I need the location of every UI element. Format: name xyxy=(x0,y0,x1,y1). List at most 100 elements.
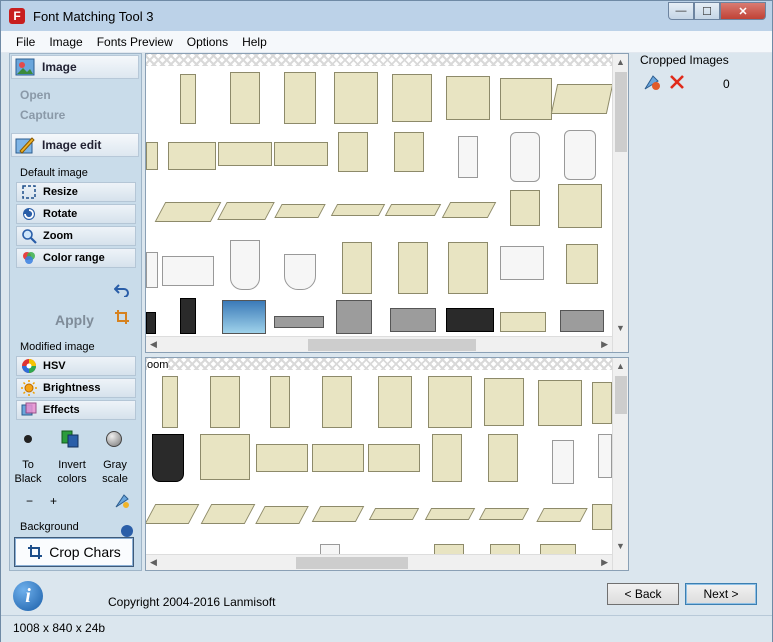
top-pane-horizontal-scrollbar[interactable]: ◀ ▶ xyxy=(146,336,612,352)
cropped-images-panel: Cropped Images 0 xyxy=(633,53,772,571)
brightness-button[interactable]: Brightness xyxy=(16,378,136,398)
open-link[interactable]: Open xyxy=(20,88,51,102)
window-controls: — ☐ ✕ xyxy=(668,2,766,20)
effects-button[interactable]: Effects xyxy=(16,400,136,420)
dark-object xyxy=(146,312,156,334)
invert-colors-icon[interactable] xyxy=(61,430,79,448)
menu-image[interactable]: Image xyxy=(42,35,89,49)
grayscale-line2: scale xyxy=(102,473,128,485)
modified-image-pane[interactable]: oom ▲ ▼ ◀ ▶ xyxy=(145,357,629,571)
color-range-icon xyxy=(23,252,35,264)
resize-button[interactable]: Resize xyxy=(16,182,136,202)
minimize-button[interactable]: — xyxy=(668,2,694,20)
furniture-table-top xyxy=(200,504,256,524)
title-bar[interactable]: F Font Matching Tool 3 — ☐ ✕ xyxy=(1,1,772,31)
furniture-desk xyxy=(558,184,602,228)
furniture-office-chair xyxy=(510,132,540,182)
zoom-button[interactable]: Zoom xyxy=(16,226,136,246)
grayscale-label: Gray scale xyxy=(100,458,130,486)
picture-frame xyxy=(222,300,266,334)
furniture-wardrobe xyxy=(428,376,472,428)
magnifier-icon xyxy=(22,229,37,244)
maximize-button[interactable]: ☐ xyxy=(694,2,720,20)
furniture-chair xyxy=(432,434,462,482)
color-range-button[interactable]: Color range xyxy=(16,248,136,268)
status-bar: 1008 x 840 x 24b xyxy=(1,615,772,642)
furniture-dresser xyxy=(538,380,582,426)
top-pane-vertical-scrollbar[interactable]: ▲ ▼ xyxy=(612,54,628,352)
original-image-pane[interactable]: ▲ ▼ ◀ ▶ xyxy=(145,53,629,353)
scroll-left-icon[interactable]: ◀ xyxy=(150,557,157,568)
furniture-table-top xyxy=(274,204,326,218)
scroll-right-icon[interactable]: ▶ xyxy=(601,557,608,568)
furniture-side-table xyxy=(510,190,540,226)
scroll-down-icon[interactable]: ▼ xyxy=(616,541,625,551)
scroll-up-icon[interactable]: ▲ xyxy=(616,57,625,67)
furniture-office-chair xyxy=(564,130,596,180)
apply-button[interactable]: Apply xyxy=(55,312,94,328)
crop-chars-button[interactable]: Crop Chars xyxy=(14,537,134,567)
effects-icon xyxy=(21,402,37,416)
back-button[interactable]: < Back xyxy=(607,583,679,605)
scroll-left-icon[interactable]: ◀ xyxy=(150,339,157,350)
furniture-office-chair xyxy=(598,434,612,478)
zoom-label: Zoom xyxy=(43,230,73,242)
furniture-dresser xyxy=(592,382,612,424)
bottom-pane-horizontal-scrollbar[interactable]: ◀ ▶ xyxy=(146,554,612,570)
scroll-thumb[interactable] xyxy=(615,72,627,152)
info-icon[interactable]: i xyxy=(13,581,43,611)
crop-icon xyxy=(28,545,43,559)
stove xyxy=(566,244,598,284)
background-color-icon[interactable] xyxy=(121,525,133,537)
grayscale-icon[interactable] xyxy=(106,431,122,447)
furniture-wardrobe xyxy=(322,376,352,428)
window-title: Font Matching Tool 3 xyxy=(33,9,154,24)
grey-box xyxy=(336,300,372,334)
crop-tool-icon[interactable] xyxy=(114,309,130,325)
rotate-button[interactable]: Rotate xyxy=(16,204,136,224)
default-image-label: Default image xyxy=(20,167,88,179)
menu-help[interactable]: Help xyxy=(235,35,274,49)
scroll-thumb[interactable] xyxy=(308,339,476,351)
scroll-thumb[interactable] xyxy=(615,376,627,414)
invert-line2: colors xyxy=(57,473,87,485)
to-black-line1: To xyxy=(22,459,34,471)
furniture-sofa xyxy=(146,142,158,170)
furniture-dresser xyxy=(484,378,524,426)
image-edit-section-header[interactable]: Image edit xyxy=(11,133,139,157)
scroll-up-icon[interactable]: ▲ xyxy=(616,361,625,371)
sun-icon xyxy=(21,380,37,396)
capture-link[interactable]: Capture xyxy=(20,108,65,122)
furniture-armchair xyxy=(200,434,250,480)
scroll-right-icon[interactable]: ▶ xyxy=(601,339,608,350)
close-button[interactable]: ✕ xyxy=(720,2,766,20)
hsv-button[interactable]: HSV xyxy=(16,356,136,376)
furniture-table-top xyxy=(478,508,530,520)
bath-item xyxy=(146,252,158,288)
to-black-icon[interactable] xyxy=(24,435,32,443)
plus-button[interactable]: + xyxy=(50,494,57,508)
furniture-table-top xyxy=(441,202,497,218)
undo-icon[interactable] xyxy=(114,281,130,297)
menu-options[interactable]: Options xyxy=(180,35,235,49)
laptop xyxy=(446,308,494,332)
image-section-header[interactable]: Image xyxy=(11,55,139,79)
modified-image-label: Modified image xyxy=(20,341,95,353)
apply-effect-icon[interactable] xyxy=(114,493,130,509)
scroll-thumb[interactable] xyxy=(296,557,408,569)
scroll-down-icon[interactable]: ▼ xyxy=(616,323,625,333)
menu-fonts-preview[interactable]: Fonts Preview xyxy=(90,35,180,49)
next-button[interactable]: Next > xyxy=(685,583,757,605)
save-cropped-icon[interactable] xyxy=(643,73,661,91)
furniture-table-top xyxy=(536,508,588,522)
furniture-cabinet xyxy=(162,376,178,428)
menu-file[interactable]: File xyxy=(9,35,42,49)
rotate-label: Rotate xyxy=(43,208,78,220)
brightness-label: Brightness xyxy=(43,382,101,394)
furniture-sofa xyxy=(368,444,420,472)
minus-button[interactable]: − xyxy=(26,494,33,508)
bottom-pane-vertical-scrollbar[interactable]: ▲ ▼ xyxy=(612,358,628,570)
delete-icon[interactable] xyxy=(668,73,686,91)
furniture-table-top xyxy=(146,504,200,524)
effects-label: Effects xyxy=(43,404,80,416)
